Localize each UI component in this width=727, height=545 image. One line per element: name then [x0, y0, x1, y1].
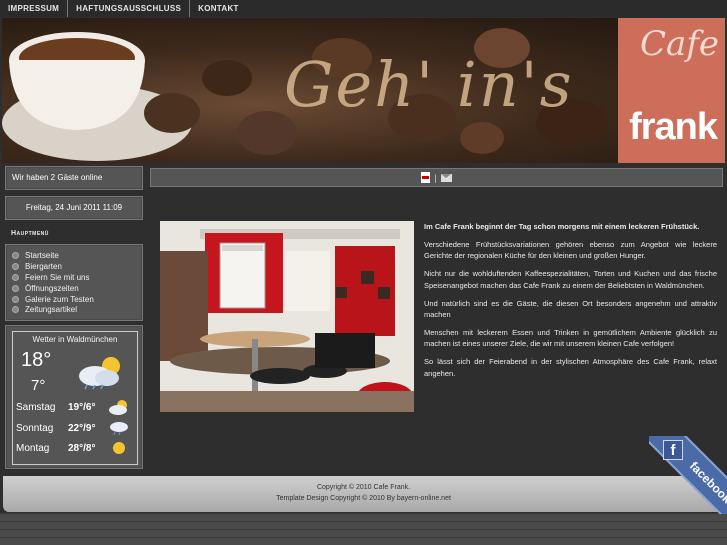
- partly-cloudy-icon: [109, 400, 127, 416]
- bullet-icon: [12, 295, 19, 303]
- forecast-temps: 28°/8°: [68, 442, 96, 454]
- article-paragraph: Verschiedene Frühstücksvariationen gehör…: [424, 239, 717, 261]
- article-paragraph: Und natürlich sind es die Gäste, die die…: [424, 298, 717, 319]
- article-paragraph: Im Cafe Frank beginnt der Tag schon morg…: [424, 222, 700, 231]
- page-footer: Copyright © 2010 Cafe Frank. Template De…: [3, 476, 724, 512]
- menu-item-label: Zeitungsartikel: [25, 305, 78, 315]
- forecast-temps: 22°/9°: [68, 422, 96, 434]
- page-bottom-background: [0, 513, 727, 545]
- article-paragraph: So lässt sich der Feierabend in der styl…: [424, 357, 717, 378]
- bullet-icon: [12, 251, 19, 259]
- menu-item-label: Feiern Sie mit uns: [25, 272, 90, 282]
- main-menu-title: Hauptmenü: [11, 230, 49, 237]
- weather-panel: Wetter in Waldmünchen 18° 7° Samstag 19°…: [12, 331, 138, 466]
- banner-slogan: Geh' in's: [284, 48, 574, 121]
- top-navigation: IMPRESSUM HAFTUNGSAUSSCHLUSS KONTAKT: [0, 0, 727, 17]
- weather-widget: Wetter in Waldmünchen 18° 7° Samstag 19°…: [5, 325, 143, 470]
- coffee-cup-image: [2, 32, 297, 161]
- guests-online: Wir haben 2 Gäste online: [5, 166, 143, 190]
- nav-link-haftungsausschluss[interactable]: HAFTUNGSAUSSCHLUSS: [68, 0, 191, 17]
- cafe-logo: Cafe frank: [618, 18, 725, 163]
- logo-frank-text: frank: [629, 106, 718, 148]
- sun-icon: [113, 442, 125, 455]
- main-menu: Startseite Biergarten Feiern Sie mit uns…: [5, 244, 143, 322]
- article-paragraph: Menschen mit leckerem Essen und Trinken …: [424, 327, 717, 349]
- menu-item-oeffnungszeiten[interactable]: Öffnungszeiten: [12, 283, 136, 294]
- current-date: Freitag, 24 Juni 2011 11:09: [5, 196, 143, 220]
- interior-image: [160, 221, 414, 412]
- bullet-icon: [12, 262, 19, 270]
- nav-link-kontakt[interactable]: KONTAKT: [190, 0, 247, 17]
- left-sidebar: Wir haben 2 Gäste online Freitag, 24 Jun…: [5, 166, 143, 470]
- facebook-ribbon[interactable]: facebook f: [649, 436, 727, 514]
- bullet-icon: [12, 284, 19, 292]
- menu-item-galerie[interactable]: Galerie zum Testen: [12, 294, 136, 305]
- current-low-temp: 7°: [31, 377, 46, 395]
- bullet-icon: [12, 306, 19, 314]
- bullet-icon: [12, 273, 19, 281]
- menu-item-zeitungsartikel[interactable]: Zeitungsartikel: [12, 304, 136, 315]
- menu-item-label: Öffnungszeiten: [25, 283, 79, 293]
- cafe-interior-photo: [160, 221, 414, 412]
- logo-cafe-text: Cafe: [640, 24, 719, 64]
- facebook-band: facebook: [649, 436, 727, 514]
- forecast-day: Sonntag: [16, 422, 54, 434]
- menu-item-startseite[interactable]: Startseite: [12, 250, 136, 261]
- forecast-day: Montag: [16, 442, 50, 454]
- menu-item-biergarten[interactable]: Biergarten: [12, 261, 136, 272]
- footer-template-credit: Template Design Copyright © 2010 By baye…: [276, 495, 451, 502]
- menu-item-feiern[interactable]: Feiern Sie mit uns: [12, 272, 136, 283]
- menu-item-label: Galerie zum Testen: [25, 294, 94, 304]
- weather-title: Wetter in Waldmünchen: [32, 335, 118, 345]
- rain-cloud-icon: [110, 422, 128, 436]
- forecast-temps: 19°/6°: [68, 401, 96, 413]
- current-high-temp: 18°: [21, 349, 52, 372]
- nav-link-impressum[interactable]: IMPRESSUM: [0, 0, 69, 17]
- article-paragraph: Nicht nur die wohlduftenden Kaffeespezia…: [424, 269, 717, 290]
- facebook-icon: f: [663, 440, 683, 460]
- footer-copyright: Copyright © 2010 Cafe Frank.: [316, 484, 411, 491]
- menu-item-label: Startseite: [25, 250, 59, 260]
- pdf-icon[interactable]: [421, 172, 431, 183]
- forecast-row-samstag: Samstag 19°/6°: [16, 399, 134, 416]
- menu-item-label: Biergarten: [25, 261, 62, 271]
- sun-rain-cloud-icon: [79, 357, 120, 390]
- forecast-day: Samstag: [16, 401, 56, 413]
- email-icon[interactable]: [440, 173, 452, 182]
- forecast-row-montag: Montag 28°/8°: [16, 440, 134, 456]
- article-body: Im Cafe Frank beginnt der Tag schon morg…: [424, 221, 717, 385]
- forecast-row-sonntag: Sonntag 22°/9°: [16, 420, 134, 436]
- header-banner: Geh' in's Cafe frank: [2, 18, 725, 163]
- toolbar-separator: |: [434, 172, 437, 183]
- article-toolbar: |: [150, 168, 723, 187]
